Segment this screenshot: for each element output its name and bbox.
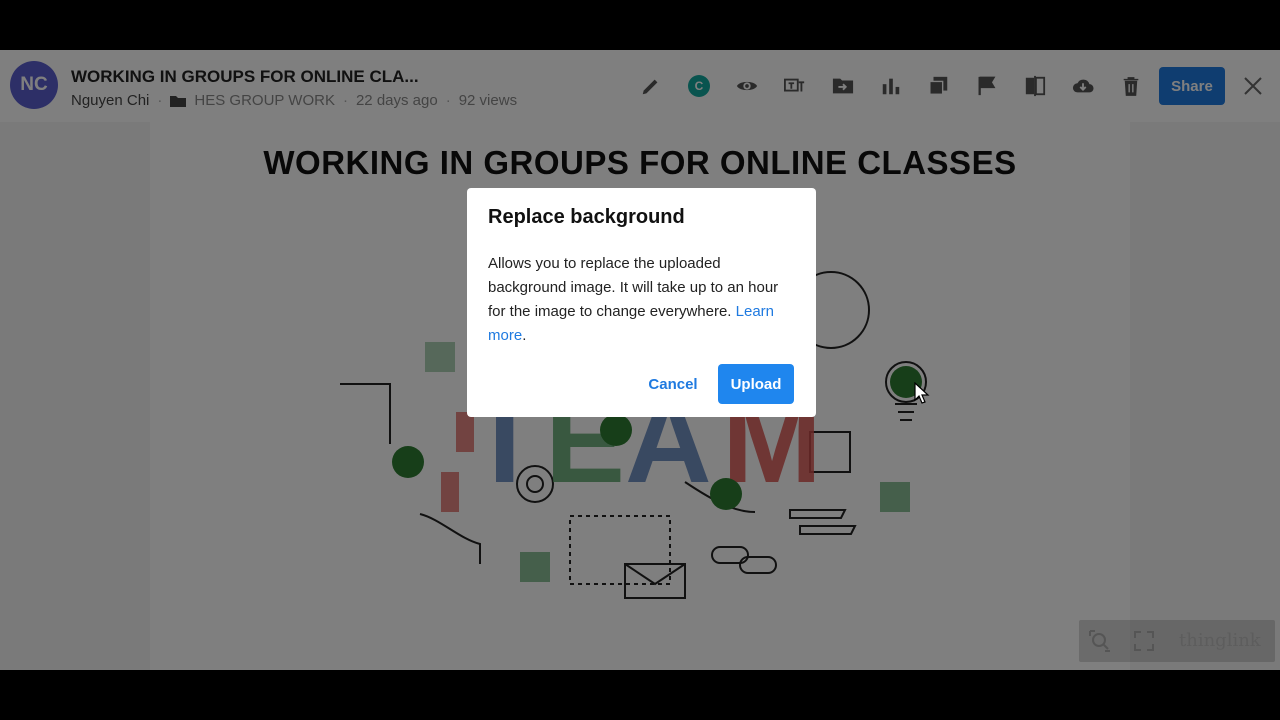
- dialog-title: Replace background: [488, 206, 685, 228]
- dialog-body: Allows you to replace the uploaded backg…: [488, 252, 798, 348]
- dialog-description: Allows you to replace the uploaded backg…: [488, 255, 779, 320]
- upload-button[interactable]: Upload: [718, 364, 794, 404]
- mouse-cursor-icon: [914, 382, 930, 404]
- cancel-button[interactable]: Cancel: [638, 365, 708, 403]
- letterbox-bottom: [0, 670, 1280, 720]
- letterbox-top: [0, 0, 1280, 50]
- link-suffix: .: [522, 327, 527, 344]
- replace-background-dialog: Replace background Allows you to replace…: [467, 188, 816, 417]
